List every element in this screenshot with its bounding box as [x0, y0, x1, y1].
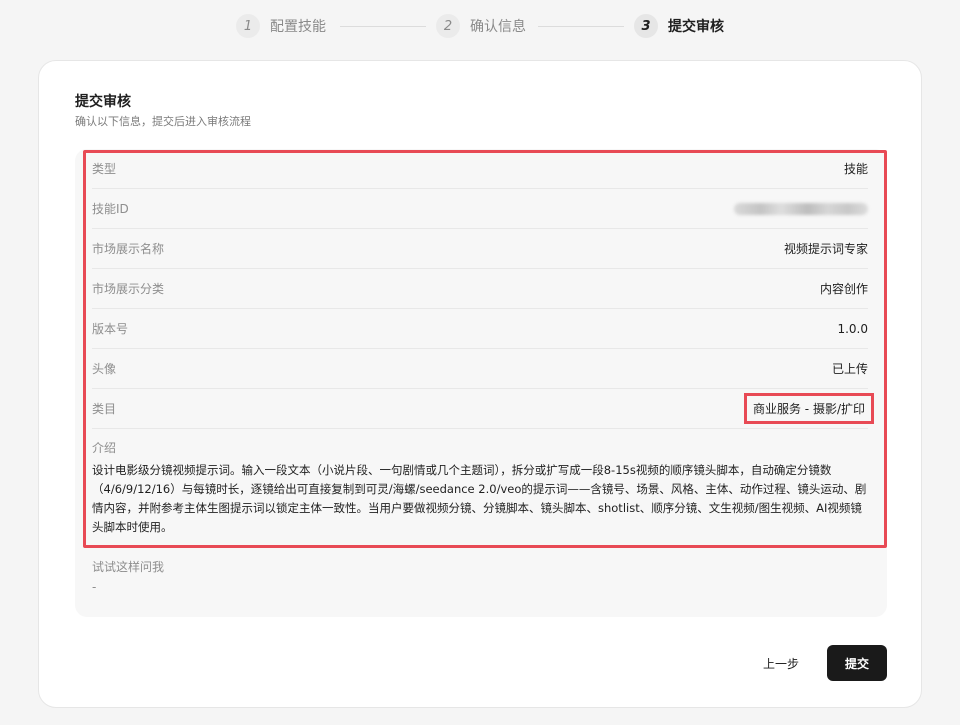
- info-value: 1.0.0: [837, 321, 868, 336]
- info-panel: 类型 技能 技能ID 市场展示名称 视频提示词专家 市场展示分类 内容创作 版本…: [75, 149, 887, 617]
- info-row-avatar: 头像 已上传: [92, 349, 868, 389]
- review-card: 提交审核 确认以下信息，提交后进入审核流程 类型 技能 技能ID 市场展示名称 …: [38, 60, 922, 708]
- redacted-skill-id: [734, 202, 868, 215]
- info-key: 头像: [92, 362, 117, 376]
- info-row-version: 版本号 1.0.0: [92, 309, 868, 349]
- category-value-highlight: 商业服务 - 摄影/扩印: [743, 393, 874, 424]
- try-asking-value: -: [92, 580, 97, 594]
- step-2: 2 确认信息: [436, 14, 526, 38]
- previous-step-button[interactable]: 上一步: [751, 646, 811, 680]
- info-value: 视频提示词专家: [783, 242, 868, 256]
- info-row-skill-id: 技能ID: [92, 189, 868, 229]
- try-asking-label: 试试这样问我: [92, 560, 165, 574]
- step-label: 确认信息: [470, 19, 526, 35]
- intro-text: 设计电影级分镜视频提示词。输入一段文本（小说片段、一句剧情或几个主题词），拆分或…: [92, 463, 867, 534]
- card-subtitle: 确认以下信息，提交后进入审核流程: [75, 115, 251, 128]
- info-value: 已上传: [831, 362, 868, 376]
- info-row-market-category: 市场展示分类 内容创作: [92, 269, 868, 309]
- info-row-category: 类目 商业服务 - 摄影/扩印: [92, 389, 874, 429]
- step-number: 3: [634, 14, 658, 38]
- step-3: 3 提交审核: [634, 14, 724, 38]
- step-connector: [538, 26, 624, 27]
- info-row-market-name: 市场展示名称 视频提示词专家: [92, 229, 868, 269]
- info-key: 版本号: [92, 322, 129, 336]
- submit-button[interactable]: 提交: [827, 645, 887, 681]
- info-value: 内容创作: [819, 282, 868, 296]
- step-number: 1: [236, 14, 260, 38]
- step-1: 1 配置技能: [236, 14, 326, 38]
- intro-label: 介绍: [92, 441, 117, 455]
- info-key: 市场展示分类: [92, 282, 165, 296]
- step-label: 配置技能: [270, 19, 326, 35]
- stepper: 1 配置技能 2 确认信息 3 提交审核: [0, 14, 960, 40]
- step-connector: [340, 26, 426, 27]
- info-key: 类型: [92, 162, 117, 176]
- card-title: 提交审核: [75, 94, 131, 110]
- step-number: 2: [436, 14, 460, 38]
- info-key: 市场展示名称: [92, 242, 165, 256]
- info-key: 类目: [92, 402, 117, 416]
- info-row-type: 类型 技能: [92, 149, 868, 189]
- step-label: 提交审核: [668, 19, 724, 35]
- info-key: 技能ID: [92, 202, 129, 216]
- info-value: 技能: [843, 162, 868, 176]
